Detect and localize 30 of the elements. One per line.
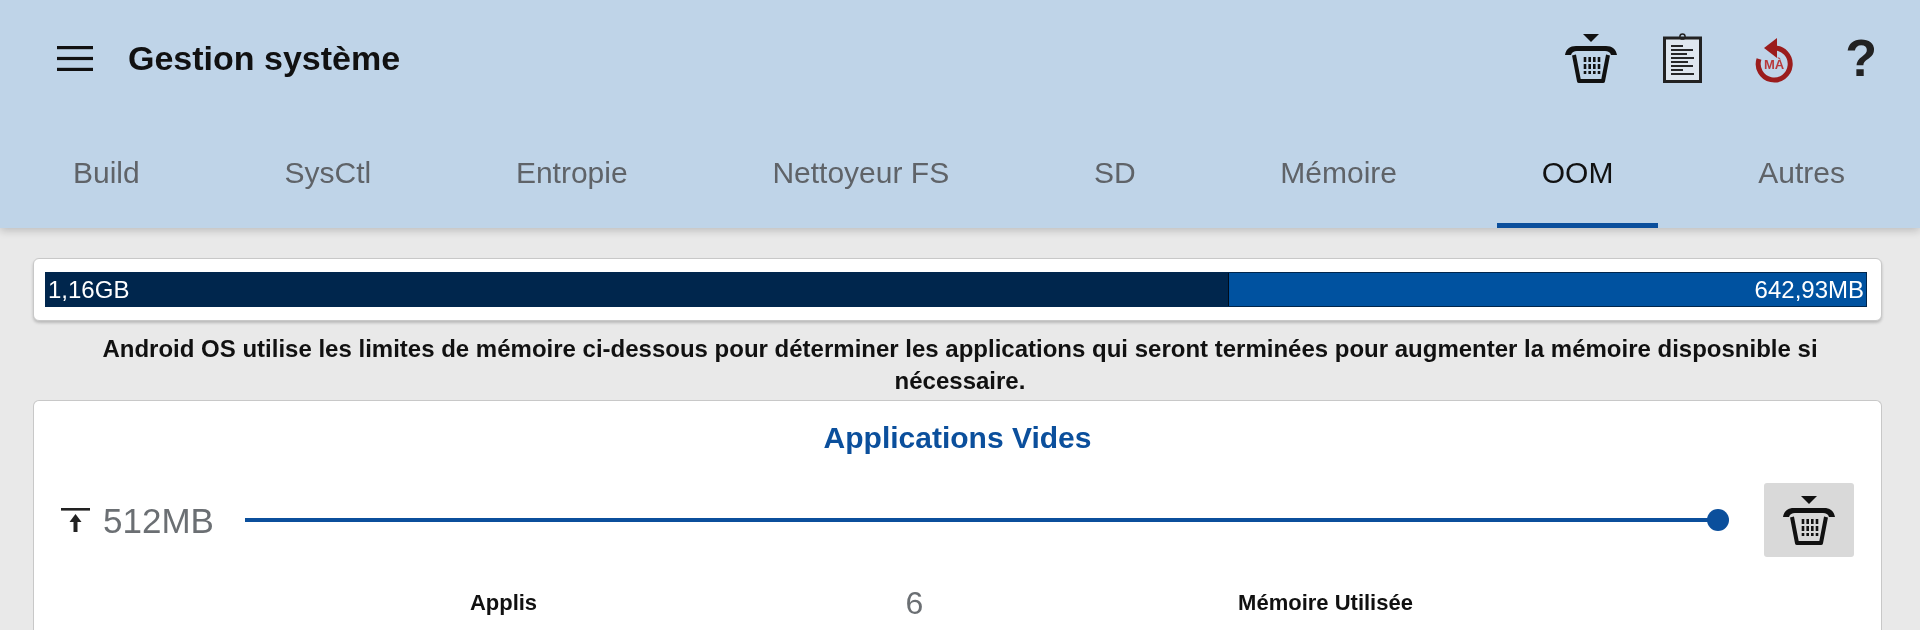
stat-value: 6 [905, 586, 924, 619]
tab[interactable]: Build [28, 116, 185, 228]
menu-button[interactable] [57, 45, 93, 71]
basket-icon [1564, 33, 1618, 83]
screen-title: Gestion système [128, 41, 401, 75]
tab[interactable]: Nettoyeur FS [727, 116, 995, 228]
clean-button[interactable] [1564, 33, 1618, 83]
clipboard-icon [1662, 33, 1702, 83]
stat-label: Mémoire Utilisée [1238, 589, 1413, 617]
tab[interactable]: SysCtl [239, 116, 417, 228]
update-button[interactable]: MÀ [1752, 33, 1796, 83]
tab[interactable]: Autres [1713, 116, 1890, 228]
tab[interactable]: Entropie [470, 116, 673, 228]
basket-icon [1782, 495, 1836, 545]
tab[interactable]: OOM [1496, 116, 1659, 228]
menu-icon [57, 45, 93, 71]
help-button[interactable]: ? [1848, 32, 1874, 84]
clipboard-button[interactable] [1662, 33, 1702, 83]
slider-value: 512MB [103, 502, 214, 538]
description-text: Android OS utilise les limites de mémoire ci-dessous pour déterminer les applications qui seront terminées pour augmenter la mémoire disposnible si nécessaire. [101, 334, 1819, 396]
panel-title: Applications Vides [822, 420, 1093, 456]
clean-button[interactable] [1764, 483, 1854, 557]
tab[interactable]: Mémoire [1235, 116, 1443, 228]
free-memory-label: 642,93MB [1754, 274, 1865, 305]
stat-label: Applis [469, 589, 538, 617]
tab[interactable]: SD [1048, 116, 1181, 228]
used-memory-label: 1,16GB [47, 274, 130, 305]
arrow-to-top-icon [61, 508, 90, 532]
slider-track[interactable] [244, 509, 1729, 531]
slider-thumb[interactable] [1707, 509, 1729, 531]
